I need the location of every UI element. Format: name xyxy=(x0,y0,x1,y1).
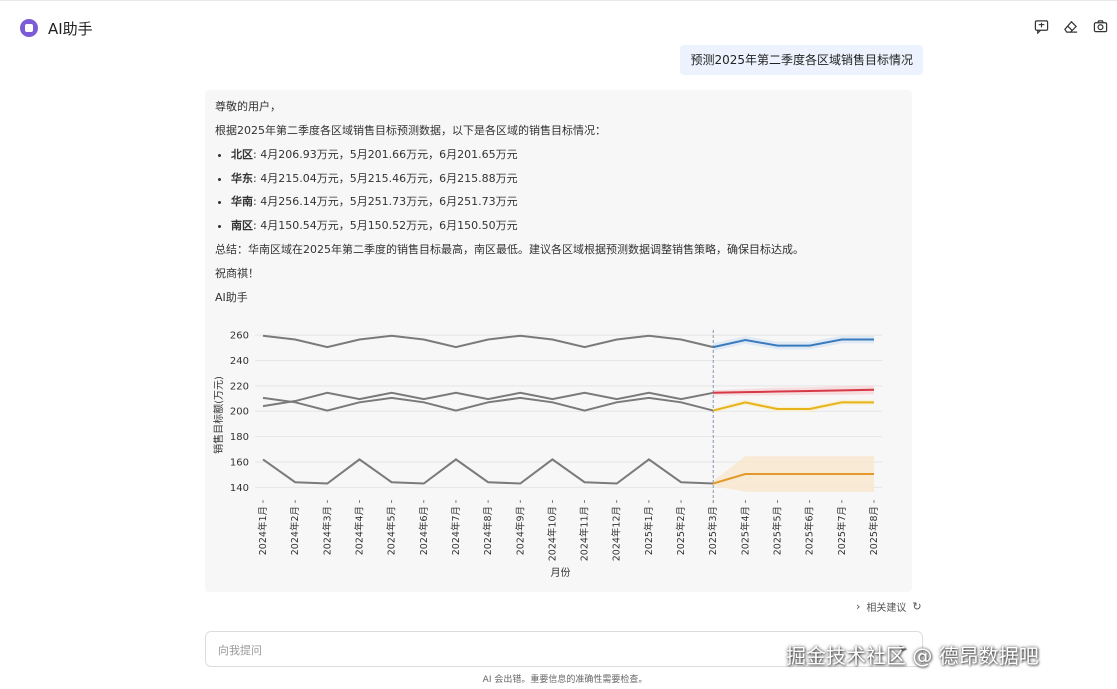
top-bar: AI助手 xyxy=(0,0,1117,53)
y-tick-label: 160 xyxy=(230,457,249,468)
app-title: AI助手 xyxy=(48,20,93,38)
region-name: 北区 xyxy=(231,148,253,161)
disclaimer: AI 会出错。重要信息的准确性需要检查。 xyxy=(482,675,648,685)
region-values: : 4月206.93万元，5月201.66万元，6月201.65万元 xyxy=(253,148,518,161)
answer-signature: AI助手 xyxy=(215,290,248,304)
x-tick-label: 2025年5月 xyxy=(772,506,784,555)
y-tick-label: 200 xyxy=(230,407,249,418)
chat-input[interactable] xyxy=(216,640,860,660)
refresh-icon: ↻ xyxy=(912,600,922,613)
list-item: 南区: 4月150.54万元，5月150.52万元，6月150.50万元 xyxy=(231,219,905,233)
camera-icon[interactable] xyxy=(1091,17,1109,35)
x-tick-label: 2024年3月 xyxy=(321,506,333,555)
user-message-bubble: 预测2025年第二季度各区域销售目标情况 xyxy=(680,45,923,75)
x-tick-label: 2025年1月 xyxy=(643,506,655,555)
history-series-line xyxy=(262,391,714,408)
related-suggestions-label: 相关建议 xyxy=(866,603,907,614)
eraser-icon[interactable] xyxy=(1061,17,1079,35)
confidence-band xyxy=(713,335,874,351)
region-values: : 4月150.54万元，5月150.52万元，6月150.50万元 xyxy=(253,218,518,232)
x-tick-label: 2024年1月 xyxy=(257,506,269,555)
forecast-line-chart: 140 160 180 200 220 240 260 销售目标额(万元) 2024年1月 202… xyxy=(212,330,882,579)
x-tick-label: 2024年7月 xyxy=(450,506,462,555)
assistant-answer-card: 尊敬的用户， 根据2025年第二季度各区域销售目标预测数据，以下是各区域的销售目… xyxy=(205,90,912,592)
x-tick-label: 2024年9月 xyxy=(514,506,526,555)
answer-intro: 根据2025年第二季度各区域销售目标预测数据，以下是各区域的销售目标情况： xyxy=(215,124,606,137)
history-series-line xyxy=(262,334,714,349)
x-tick-label: 2024年11月 xyxy=(579,506,591,561)
region-values: : 4月215.04万元，5月215.46万元，6月215.88万元 xyxy=(253,171,518,185)
x-tick-label: 2025年8月 xyxy=(868,506,880,555)
watermark: 掘金技术社区 @ 德昂数据吧 xyxy=(786,644,1039,668)
x-tick-label: 2024年12月 xyxy=(611,506,623,561)
x-tick-label: 2024年2月 xyxy=(289,506,301,555)
x-axis-label: 月份 xyxy=(551,567,571,579)
region-name: 华东 xyxy=(231,171,253,185)
region-values: : 4月256.14万元，5月251.73万元，6月251.73万元 xyxy=(253,195,518,208)
chevron-right-icon: › xyxy=(856,600,861,613)
y-tick-label: 180 xyxy=(230,432,249,443)
answer-text: 尊敬的用户， 根据2025年第二季度各区域销售目标预测数据，以下是各区域的销售目… xyxy=(215,100,905,315)
y-axis-label: 销售目标额(万元) xyxy=(212,376,225,454)
region-name: 南区 xyxy=(231,218,253,232)
region-list: 北区: 4月206.93万元，5月201.66万元，6月201.65万元 华东:… xyxy=(215,148,905,233)
x-tick-label: 2025年4月 xyxy=(739,506,751,555)
app-logo-icon xyxy=(20,19,38,37)
x-tick-label: 2024年6月 xyxy=(418,506,430,555)
y-tick-label: 220 xyxy=(230,381,249,392)
x-tick-label: 2025年2月 xyxy=(675,506,687,555)
history-series-line xyxy=(262,458,714,485)
x-tick-label: 2025年7月 xyxy=(836,506,848,555)
x-tick-label: 2024年10月 xyxy=(546,506,558,561)
list-item: 华南: 4月256.14万元，5月251.73万元，6月251.73万元 xyxy=(231,195,905,209)
x-tick-label: 2024年8月 xyxy=(482,506,494,555)
x-tick-label: 2025年6月 xyxy=(804,506,816,555)
x-tick-label: 2025年3月 xyxy=(707,506,719,555)
forecast-chart: 140 160 180 200 220 240 260 销售目标额(万元) 2024年1月 202… xyxy=(205,322,912,592)
answer-summary: 总结：华南区域在2025年第二季度的销售目标最高，南区最低。建议各区域根据预测数… xyxy=(215,242,804,256)
answer-closing: 祝商祺！ xyxy=(215,266,259,280)
x-tick-label: 2024年4月 xyxy=(353,506,365,555)
list-item: 华东: 4月215.04万元，5月215.46万元，6月215.88万元 xyxy=(231,172,905,186)
list-item: 北区: 4月206.93万元，5月201.66万元，6月201.65万元 xyxy=(231,148,905,162)
answer-greeting: 尊敬的用户， xyxy=(215,100,281,113)
x-tick-label: 2024年5月 xyxy=(386,506,398,555)
chat-bubble-icon[interactable] xyxy=(1032,17,1050,35)
related-suggestions-button[interactable]: › 相关建议 ↻ xyxy=(856,599,922,614)
y-tick-label: 140 xyxy=(230,483,249,494)
region-name: 华南 xyxy=(231,195,253,208)
y-tick-label: 240 xyxy=(230,356,249,367)
y-tick-label: 260 xyxy=(230,331,249,342)
